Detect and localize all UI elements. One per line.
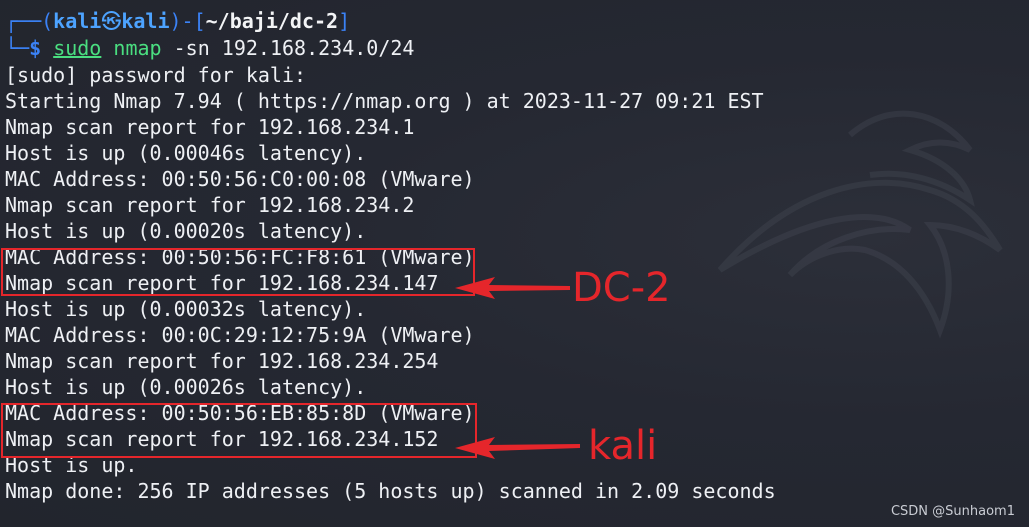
prompt-frame-mid: )-[ [169, 9, 206, 33]
kali-arrow-icon [455, 437, 580, 459]
output-line: Host is up (0.00032s latency). [5, 297, 367, 321]
dc2-highlight-box [1, 248, 475, 296]
output-line: Nmap scan report for 192.168.234.1 [5, 115, 415, 139]
kali-highlight-box [1, 403, 477, 458]
prompt-frame-bottom: └─ [5, 36, 30, 60]
prompt-line-1: ┌──(kali㉿kali)-[~/baji/dc-2] [5, 8, 350, 34]
prompt-frame-top: ┌──( [5, 9, 54, 33]
prompt-host: kali [121, 9, 170, 33]
prompt-dollar: $ [29, 36, 42, 60]
command-sudo: sudo [53, 36, 102, 60]
output-line: [sudo] password for kali: [5, 63, 307, 87]
output-line: Host is up (0.00026s latency). [5, 375, 367, 399]
kali-annotation-label: kali [588, 423, 658, 469]
dc2-annotation-label: DC-2 [572, 265, 671, 311]
skull-icon: ㉿ [101, 9, 122, 33]
prompt-user: kali [53, 9, 102, 33]
output-line: Nmap scan report for 192.168.234.254 [5, 349, 439, 373]
output-line: MAC Address: 00:0C:29:12:75:9A (VMware) [5, 323, 475, 347]
terminal-window[interactable]: ┌──(kali㉿kali)-[~/baji/dc-2] └─$ sudo nm… [0, 0, 1029, 527]
output-line: Nmap done: 256 IP addresses (5 hosts up)… [5, 479, 776, 503]
prompt-path: ~/baji/dc-2 [205, 9, 339, 33]
output-line: Nmap scan report for 192.168.234.2 [5, 193, 415, 217]
command-line[interactable]: └─$ sudo nmap -sn 192.168.234.0/24 [5, 35, 414, 61]
output-line: Host is up (0.00020s latency). [5, 219, 367, 243]
output-line: Host is up (0.00046s latency). [5, 141, 367, 165]
dc2-arrow-icon [455, 277, 570, 299]
output-line: MAC Address: 00:50:56:C0:00:08 (VMware) [5, 167, 475, 191]
csdn-watermark: CSDN @Sunhaom1 [890, 504, 1015, 519]
command-name: nmap [113, 36, 162, 60]
prompt-frame-end: ] [338, 9, 351, 33]
output-line: Starting Nmap 7.94 ( https://nmap.org ) … [5, 89, 764, 113]
command-args: -sn 192.168.234.0/24 [173, 36, 415, 60]
